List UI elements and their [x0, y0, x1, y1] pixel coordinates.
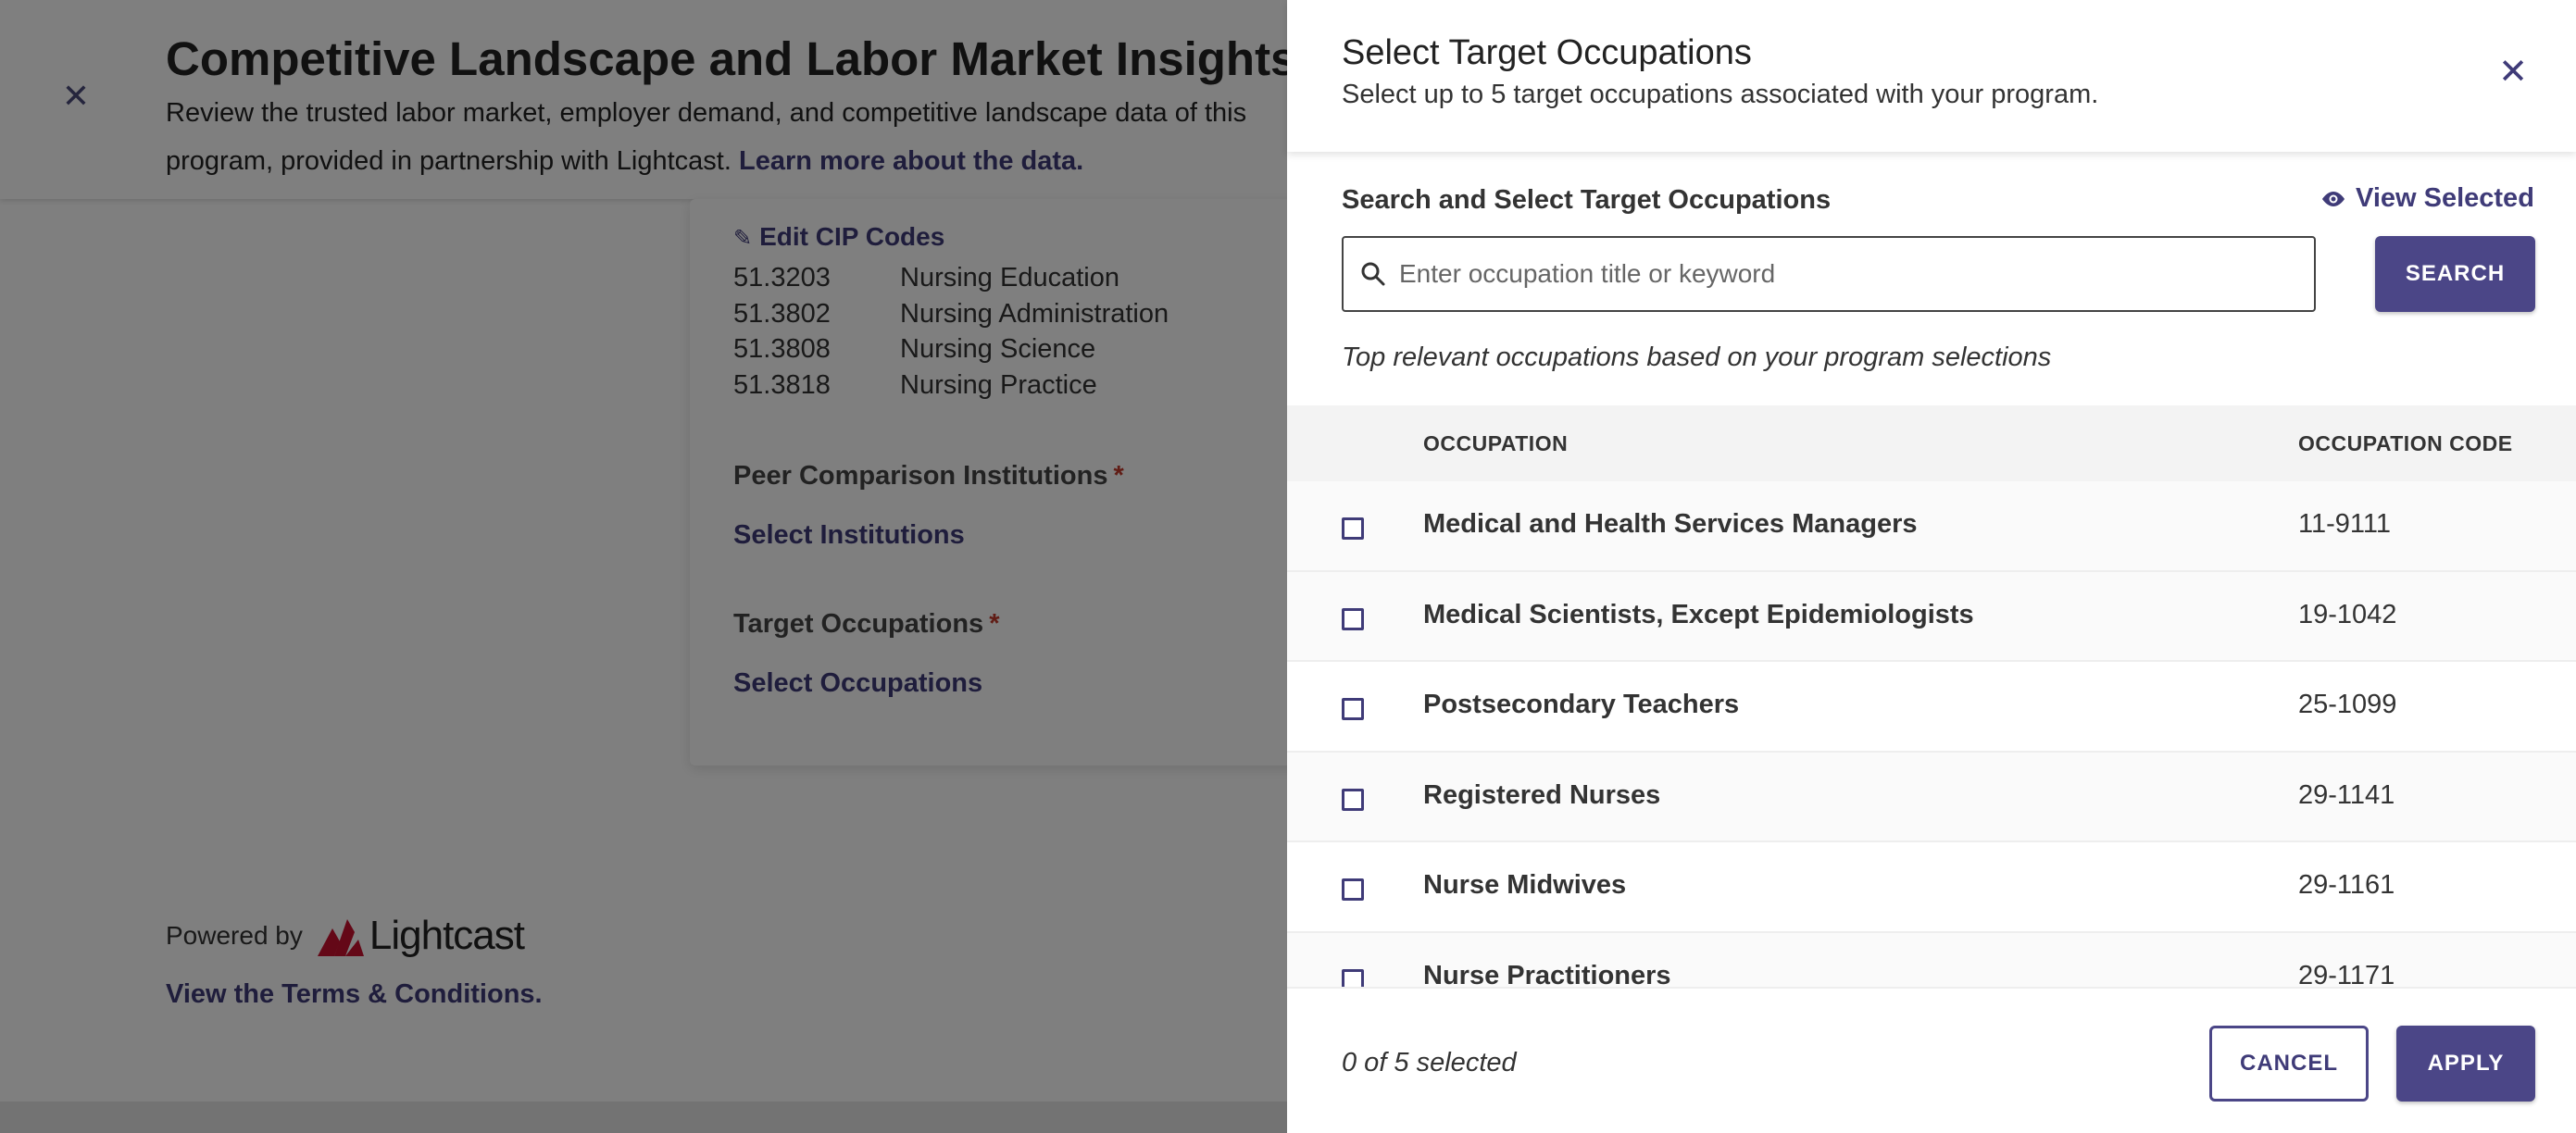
- occupation-code: 19-1042: [2298, 599, 2397, 629]
- drawer-footer: 0 of 5 selected CANCEL APPLY: [1287, 987, 2576, 1133]
- occupation-title: Registered Nurses: [1423, 779, 1661, 810]
- table-header: OCCUPATION OCCUPATION CODE: [1287, 405, 2576, 481]
- occupation-title: Medical Scientists, Except Epidemiologis…: [1423, 599, 1974, 629]
- occupation-code: 29-1161: [2298, 870, 2395, 900]
- search-icon: [1361, 262, 1385, 286]
- select-occupations-drawer: Select Target Occupations Select up to 5…: [1287, 0, 2576, 1133]
- drawer-title: Select Target Occupations: [1342, 33, 1752, 72]
- view-selected-label: View Selected: [2356, 183, 2534, 213]
- close-icon[interactable]: ✕: [2493, 52, 2533, 93]
- column-header-occupation: OCCUPATION: [1423, 431, 1569, 455]
- occupation-code: 29-1171: [2298, 960, 2395, 988]
- occupation-title: Medical and Health Services Managers: [1423, 509, 1918, 539]
- occupation-code: 29-1141: [2298, 779, 2395, 810]
- occupation-title: Nurse Midwives: [1423, 870, 1627, 900]
- row-checkbox[interactable]: [1342, 968, 1364, 987]
- drawer-header: Select Target Occupations Select up to 5…: [1287, 0, 2576, 152]
- relevance-hint: Top relevant occupations based on your p…: [1342, 342, 2052, 372]
- row-checkbox[interactable]: [1342, 788, 1364, 811]
- table-row[interactable]: Nurse Midwives 29-1161: [1287, 842, 2576, 933]
- row-checkbox[interactable]: [1342, 698, 1364, 720]
- occupation-code: 25-1099: [2298, 690, 2397, 719]
- occupation-title: Postsecondary Teachers: [1423, 690, 1740, 719]
- table-row[interactable]: Registered Nurses 29-1141: [1287, 752, 2576, 842]
- search-button[interactable]: SEARCH: [2375, 236, 2535, 312]
- row-checkbox[interactable]: [1342, 878, 1364, 901]
- table-row[interactable]: Medical and Health Services Managers 11-…: [1287, 481, 2576, 572]
- column-header-code: OCCUPATION CODE: [2298, 431, 2513, 455]
- view-selected-link[interactable]: View Selected: [2320, 183, 2534, 214]
- row-checkbox[interactable]: [1342, 517, 1364, 540]
- table-row[interactable]: Medical Scientists, Except Epidemiologis…: [1287, 571, 2576, 662]
- selected-count: 0 of 5 selected: [1342, 1048, 1517, 1077]
- table-row[interactable]: Postsecondary Teachers 25-1099: [1287, 662, 2576, 753]
- row-checkbox[interactable]: [1342, 607, 1364, 630]
- search-field[interactable]: [1342, 236, 2316, 312]
- drawer-subtitle: Select up to 5 target occupations associ…: [1342, 80, 2099, 109]
- occupations-table[interactable]: OCCUPATION OCCUPATION CODE Medical and H…: [1287, 405, 2576, 987]
- eye-icon: [2322, 191, 2345, 206]
- occupation-code: 11-9111: [2298, 509, 2391, 539]
- search-label: Search and Select Target Occupations: [1342, 185, 1832, 215]
- cancel-button[interactable]: CANCEL: [2209, 1026, 2369, 1102]
- table-row[interactable]: Nurse Practitioners 29-1171: [1287, 932, 2576, 988]
- search-input[interactable]: [1399, 259, 2288, 289]
- apply-button[interactable]: APPLY: [2396, 1026, 2535, 1102]
- occupation-title: Nurse Practitioners: [1423, 960, 1671, 988]
